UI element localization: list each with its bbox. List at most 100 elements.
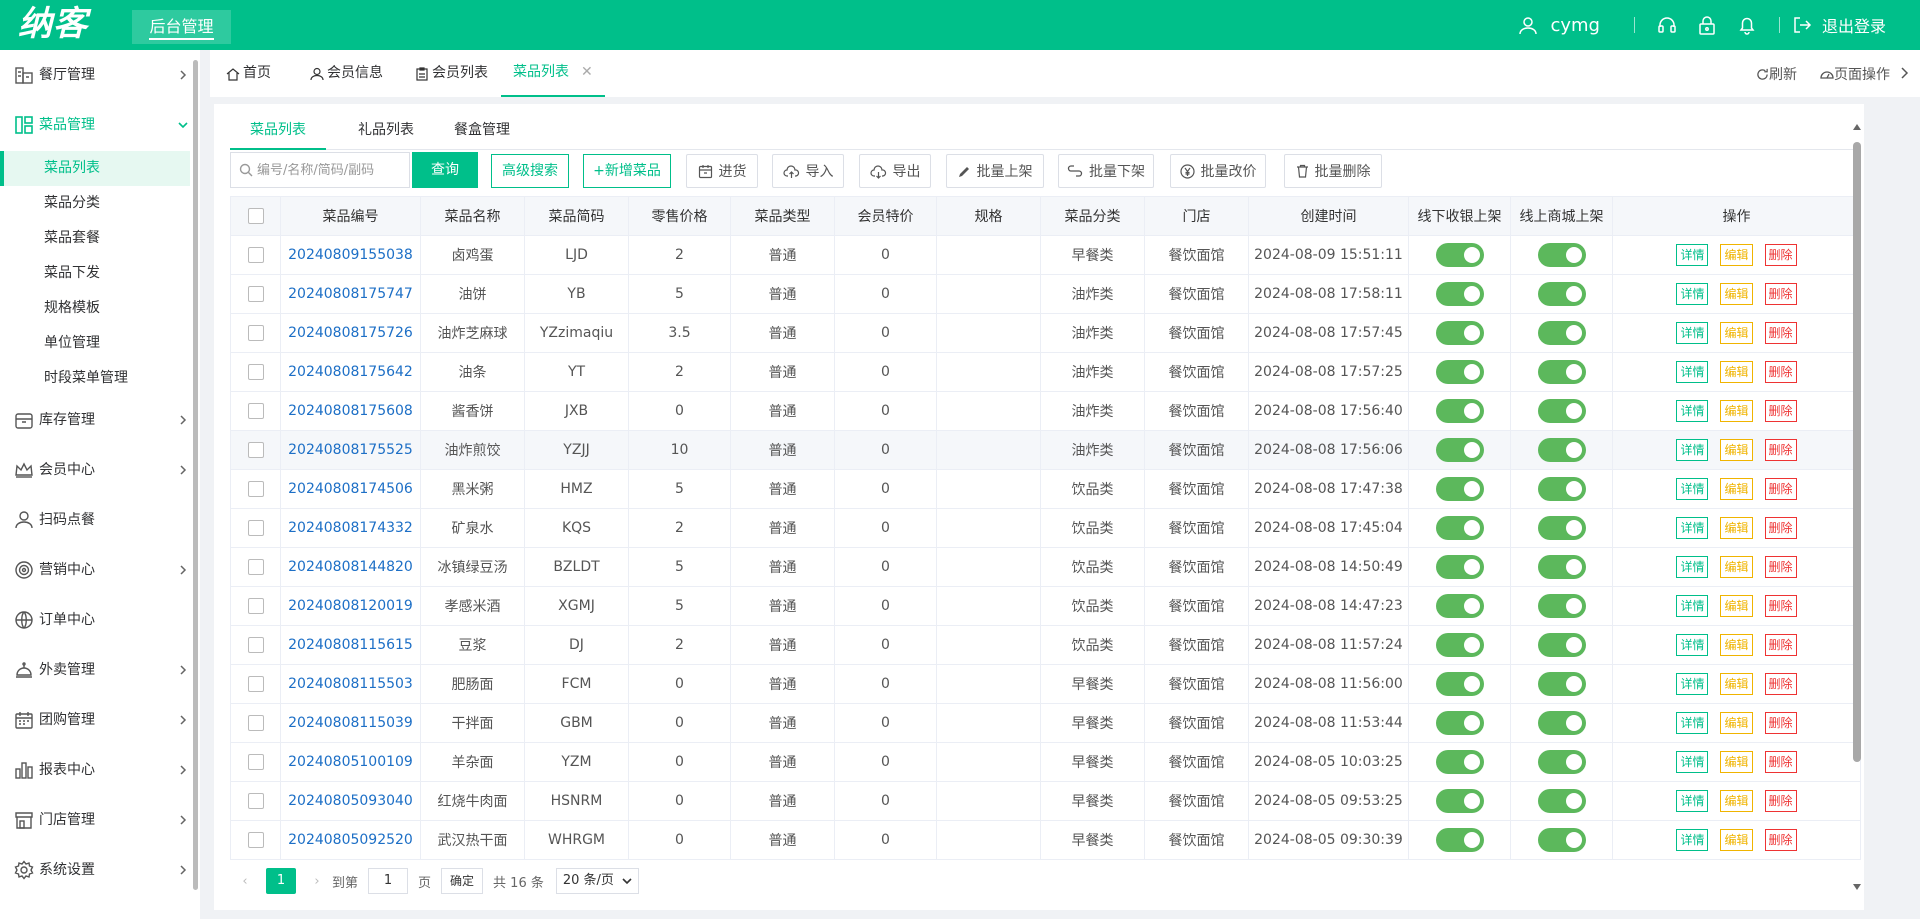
lock-icon[interactable] [1687,15,1727,35]
next-page-icon[interactable]: › [302,868,332,894]
online-shelf-toggle[interactable] [1537,399,1586,423]
column-header[interactable]: 菜品分类 [1040,196,1145,236]
row-checkbox[interactable] [247,247,264,263]
table-row[interactable]: 20240808175525 油炸煎饺 YZJJ 10 普通 0 油炸类 餐饮面馆 2024-0… [230,430,1861,470]
delete-button[interactable]: 删除 [1764,595,1797,617]
online-shelf-toggle[interactable] [1537,633,1586,657]
sidebar-item-stores[interactable]: 门店管理 [0,810,190,830]
import-button[interactable]: 导入 [772,154,844,188]
offline-shelf-toggle[interactable] [1435,711,1484,735]
close-icon[interactable]: ✕ [581,49,593,96]
column-header[interactable]: 门店 [1144,196,1249,236]
search-input[interactable] [257,162,402,178]
edit-button[interactable]: 编辑 [1720,790,1753,812]
prev-page-icon[interactable]: ‹ [230,868,260,894]
table-row[interactable]: 20240808115039 干拌面 GBM 0 普通 0 早餐类 餐饮面馆 2024-08-0… [230,703,1861,743]
edit-button[interactable]: 编辑 [1720,400,1753,422]
sidebar-item-dishes[interactable]: 菜品管理 [0,115,190,135]
offline-shelf-toggle[interactable] [1435,360,1484,384]
offline-shelf-toggle[interactable] [1435,672,1484,696]
detail-button[interactable]: 详情 [1676,673,1709,695]
row-checkbox[interactable] [247,832,264,848]
cell-code[interactable]: 20240805092520 [280,820,421,860]
detail-button[interactable]: 详情 [1676,244,1709,266]
row-checkbox[interactable] [247,325,264,341]
online-shelf-toggle[interactable] [1537,672,1586,696]
detail-button[interactable]: 详情 [1676,478,1709,500]
column-header[interactable]: 创建时间 [1248,196,1409,236]
cell-code[interactable]: 20240808175642 [280,352,421,392]
detail-button[interactable]: 详情 [1676,595,1709,617]
cell-code[interactable]: 20240808174506 [280,469,421,509]
online-shelf-toggle[interactable] [1537,555,1586,579]
offline-shelf-toggle[interactable] [1435,750,1484,774]
table-row[interactable]: 20240808115615 豆浆 DJ 2 普通 0 饮品类 餐饮面馆 2024-08-08 … [230,625,1861,665]
detail-button[interactable]: 详情 [1676,361,1709,383]
column-header[interactable]: 菜品简码 [524,196,629,236]
table-row[interactable]: 20240808175642 油条 YT 2 普通 0 油炸类 餐饮面馆 2024-08-08 … [230,352,1861,392]
submenu-spec-template[interactable]: 规格模板 [0,291,190,326]
cell-code[interactable]: 20240808115503 [280,664,421,704]
online-shelf-toggle[interactable] [1537,477,1586,501]
submenu-unit[interactable]: 单位管理 [0,326,190,361]
system-title-tab[interactable]: 后台管理 [132,10,231,44]
column-header[interactable]: 零售价格 [628,196,731,236]
page-confirm-button[interactable]: 确定 [441,868,484,894]
online-shelf-toggle[interactable] [1537,282,1586,306]
sidebar-item-restaurant[interactable]: 餐厅管理 [0,65,190,85]
sidebar-scrollbar[interactable] [193,60,198,890]
delete-button[interactable]: 删除 [1764,244,1797,266]
bell-icon[interactable] [1727,15,1767,35]
online-shelf-toggle[interactable] [1537,243,1586,267]
online-shelf-toggle[interactable] [1537,828,1586,852]
edit-button[interactable]: 编辑 [1720,556,1753,578]
row-checkbox[interactable] [247,403,264,419]
online-shelf-toggle[interactable] [1537,750,1586,774]
table-row[interactable]: 20240805092520 武汉热干面 WHRGM 0 普通 0 早餐类 餐饮面馆 2024-… [230,820,1861,860]
offline-shelf-toggle[interactable] [1435,594,1484,618]
edit-button[interactable]: 编辑 [1720,634,1753,656]
detail-button[interactable]: 详情 [1676,439,1709,461]
column-header[interactable]: 线下收银上架 [1408,196,1511,236]
query-button[interactable]: 查询 [412,152,478,188]
delete-button[interactable]: 删除 [1764,790,1797,812]
select-all-checkbox[interactable] [247,208,264,224]
table-row[interactable]: 20240808144820 冰镇绿豆汤 BZLDT 5 普通 0 饮品类 餐饮面馆 2024-… [230,547,1861,587]
column-header[interactable]: 规格 [936,196,1041,236]
cell-code[interactable]: 20240808115615 [280,625,421,665]
cell-code[interactable]: 20240808115039 [280,703,421,743]
detail-button[interactable]: 详情 [1676,517,1709,539]
cell-code[interactable]: 20240808120019 [280,586,421,626]
table-row[interactable]: 20240808175747 油饼 YB 5 普通 0 油炸类 餐饮面馆 2024-08-08 … [230,274,1861,314]
scroll-down-arrow-icon[interactable] [1853,884,1861,890]
table-row[interactable]: 20240808174506 黑米粥 HMZ 5 普通 0 饮品类 餐饮面馆 2024-08-0… [230,469,1861,509]
delete-button[interactable]: 删除 [1764,478,1797,500]
row-checkbox[interactable] [247,520,264,536]
row-checkbox[interactable] [247,364,264,380]
delete-button[interactable]: 删除 [1764,829,1797,851]
delete-button[interactable]: 删除 [1764,556,1797,578]
detail-button[interactable]: 详情 [1676,400,1709,422]
online-shelf-toggle[interactable] [1537,438,1586,462]
column-header[interactable]: 菜品编号 [280,196,421,236]
add-dish-button[interactable]: +新增菜品 [583,154,671,188]
submenu-dish-combo[interactable]: 菜品套餐 [0,221,190,256]
batch-delete-button[interactable]: 批量删除 [1284,154,1382,188]
row-checkbox[interactable] [247,286,264,302]
tab-member-info[interactable]: 会员信息 [310,50,383,97]
cell-code[interactable]: 20240808175726 [280,313,421,353]
cell-code[interactable]: 20240808174332 [280,508,421,548]
submenu-period-menu[interactable]: 时段菜单管理 [0,361,190,396]
stock-in-button[interactable]: 进货 [686,154,758,188]
delete-button[interactable]: 删除 [1764,517,1797,539]
table-row[interactable]: 20240805093040 红烧牛肉面 HSNRM 0 普通 0 早餐类 餐饮面馆 2024-… [230,781,1861,821]
row-checkbox[interactable] [247,559,264,575]
delete-button[interactable]: 删除 [1764,283,1797,305]
detail-button[interactable]: 详情 [1676,283,1709,305]
page-operations-button[interactable]: 页面操作 [1820,64,1890,84]
page-jump-input[interactable]: 1 [368,868,409,894]
tab-dish-list[interactable]: 菜品列表 ✕ [501,50,605,97]
column-header[interactable]: 线上商城上架 [1510,196,1613,236]
edit-button[interactable]: 编辑 [1720,478,1753,500]
offline-shelf-toggle[interactable] [1435,243,1484,267]
